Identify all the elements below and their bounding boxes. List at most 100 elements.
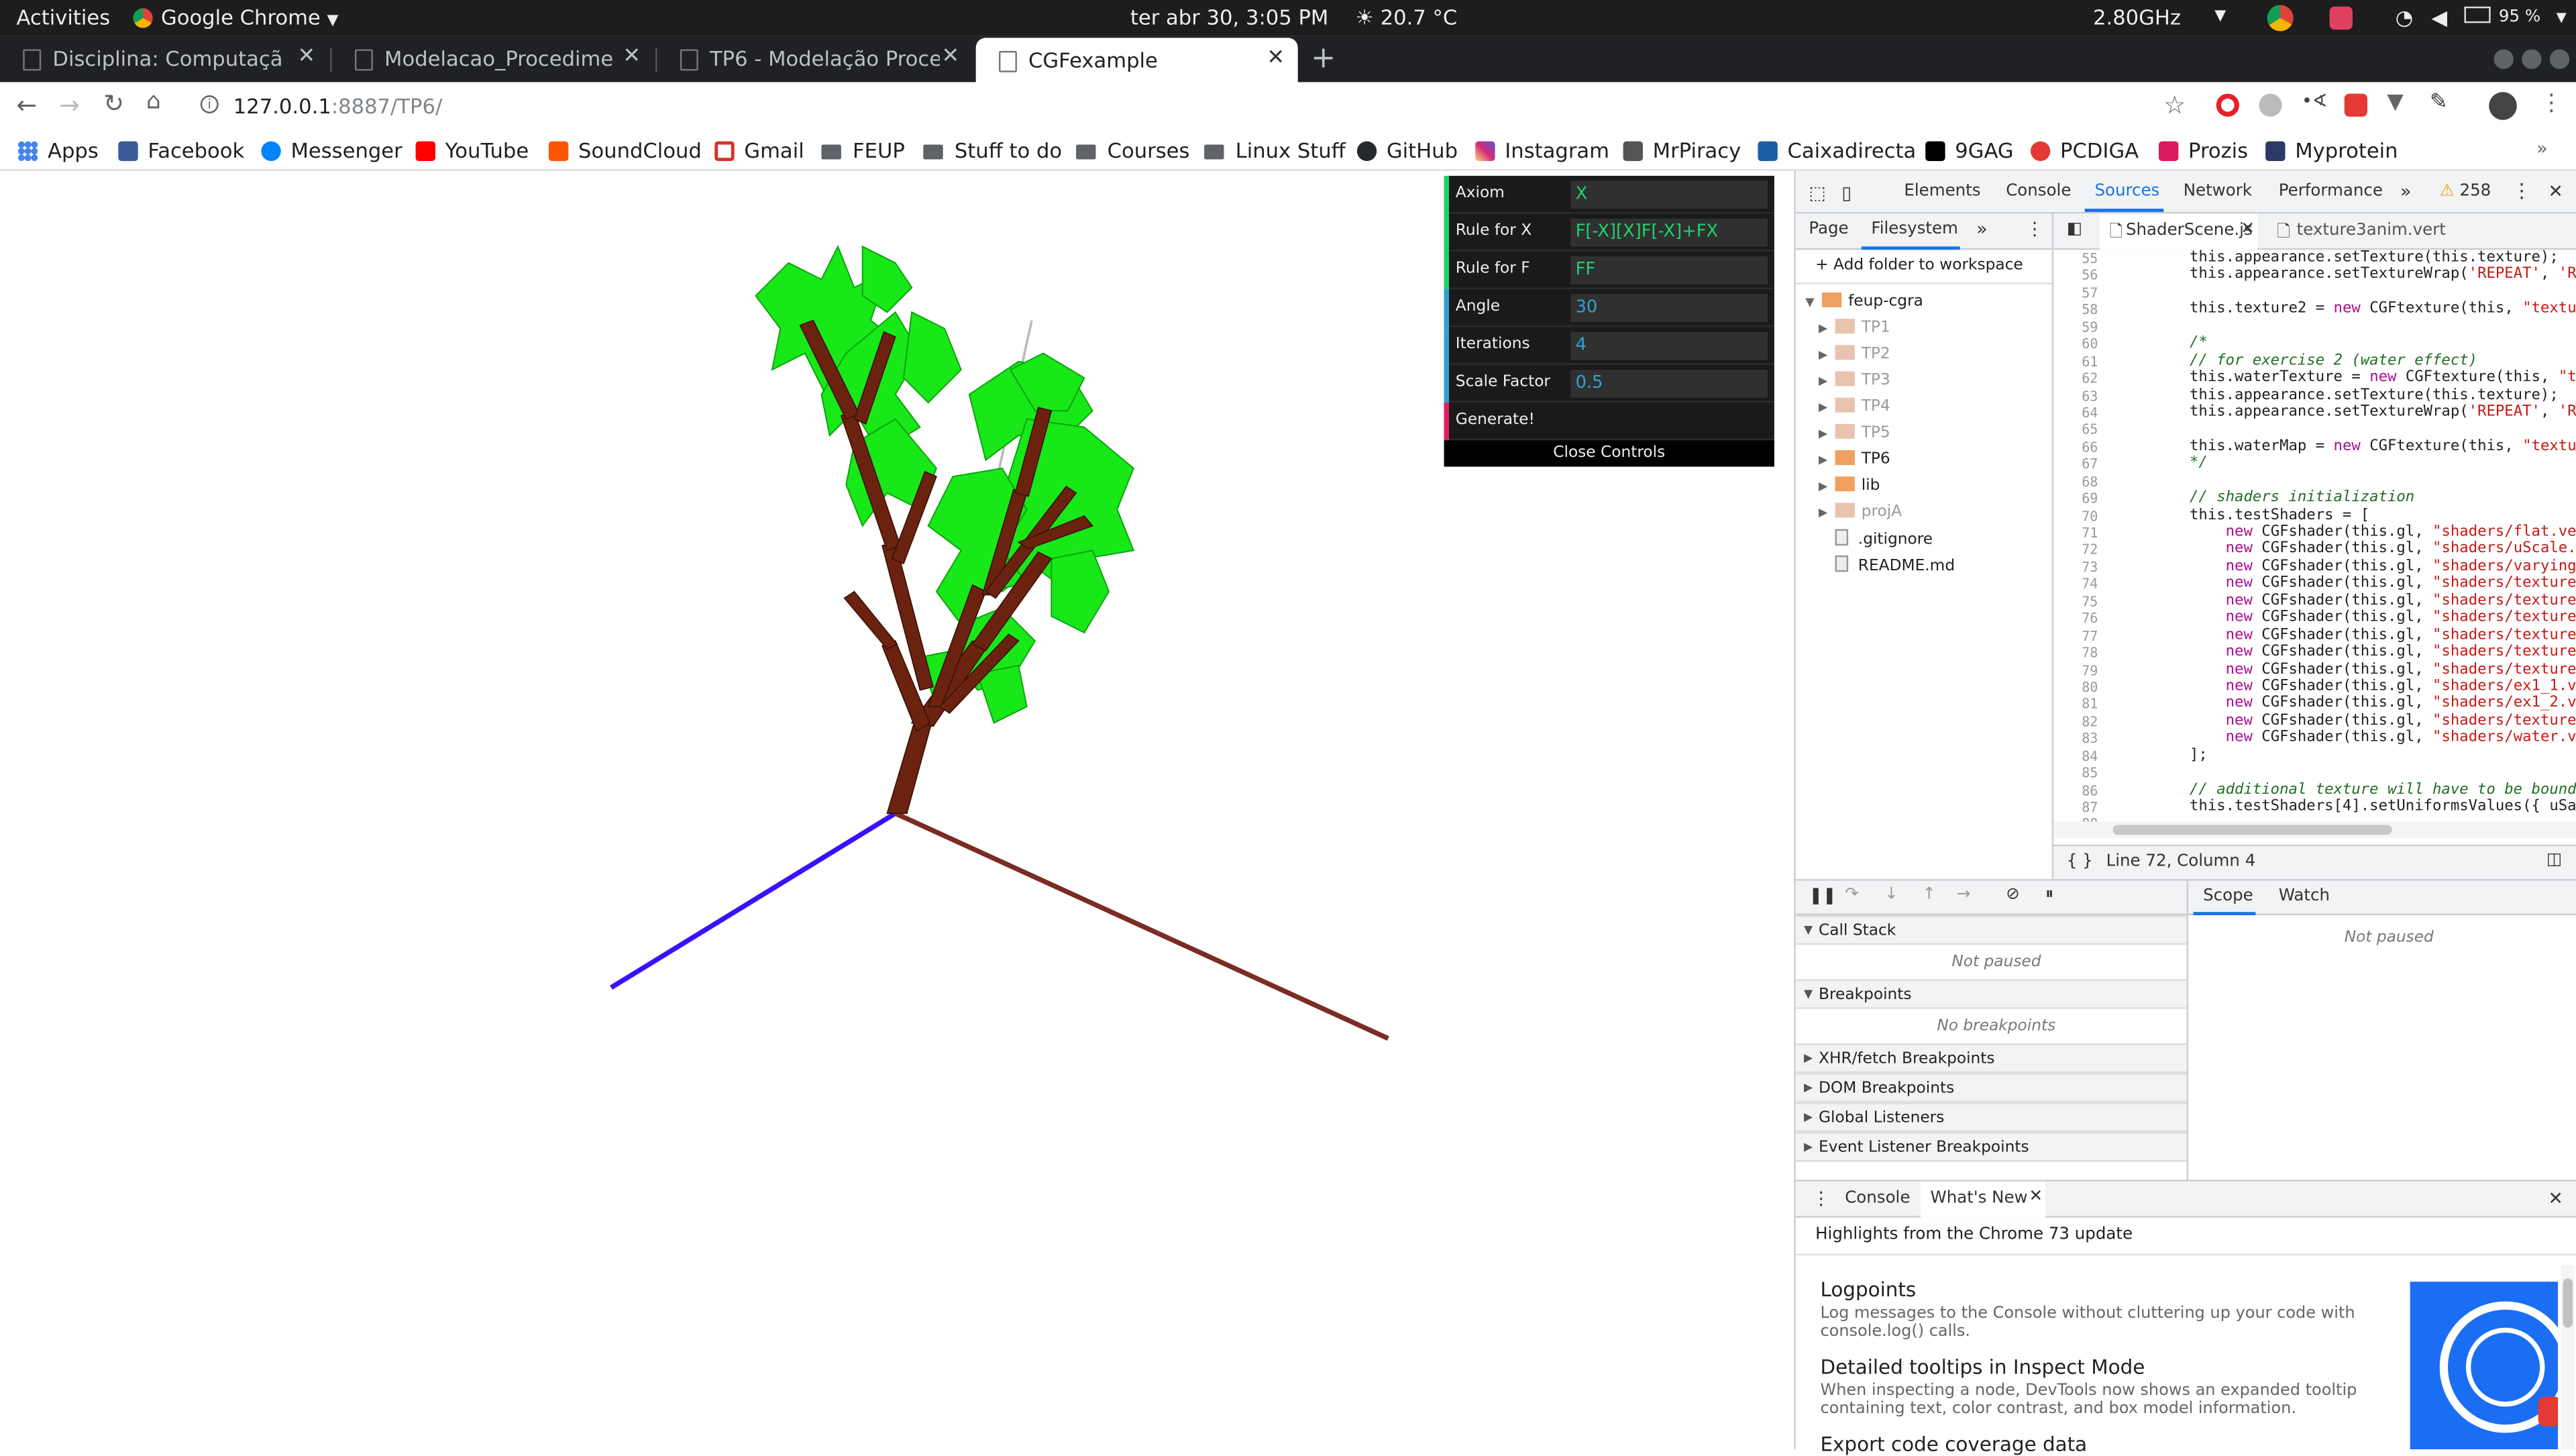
bookmark-messenger[interactable]: Messenger [261,138,402,162]
funnel-extension-icon[interactable]: ▼ [2387,91,2403,115]
menu-icon[interactable]: ⋮ [2540,91,2563,117]
cpu-frequency[interactable]: 2.80GHz [2093,5,2181,30]
tree-item-tp4[interactable]: ▶ TP4 [1819,397,1890,416]
bookmark-youtube[interactable]: YouTube [415,138,529,162]
bookmark-facebook[interactable]: Facebook [118,138,244,162]
code-line[interactable]: new CGFshader(this.gl, "shaders/texture [2118,576,2576,593]
code-line[interactable]: new CGFshader(this.gl, "shaders/varying [2118,558,2576,576]
editor-tab-texture3anim[interactable]: 🗋 texture3anim.vert [2267,213,2465,250]
tree-item-tp1[interactable]: ▶ TP1 [1819,319,1890,337]
drawer-tab-console[interactable]: Console [1845,1190,1910,1208]
wifi-icon[interactable]: ◔ [2396,5,2414,30]
code-line[interactable]: this.testShaders[4].setUniformsValues({ … [2118,798,2576,816]
clock[interactable]: ter abr 30, 3:05 PM [1130,5,1328,30]
more-bookmarks-icon[interactable]: » [2536,138,2547,160]
nav-tab-filesystem[interactable]: Filesystem [1871,220,1958,238]
code-line[interactable]: this.texture2 = new CGFtexture(this, "te… [2118,301,2576,319]
scale-factor-input[interactable]: 0.5 [1570,370,1768,398]
close-editor-tab-icon[interactable]: ✕ [2241,220,2255,238]
inspect-element-icon[interactable]: ⬚ [1809,183,1825,204]
info-icon[interactable]: i [200,95,219,113]
tree-item-gitignore[interactable]: .gitignore [1835,529,1933,549]
tab-disciplina[interactable]: Disciplina: Computação G ✕ [0,36,329,83]
code-editor[interactable]: 55 56 57 58 59 60 61 62 63 64 65 66 67 68 69 70 71 72 73 74… [2055,250,2576,833]
step-icon[interactable]: → [1957,886,1971,904]
code-line[interactable]: // for exercise 2 (water effect) [2118,353,2576,370]
maximize-window-button[interactable] [2522,49,2542,69]
reload-button[interactable]: ↻ [103,89,124,118]
tree-item-readme[interactable]: README.md [1835,555,1955,575]
rule-f-input[interactable]: FF [1570,256,1768,284]
tab-elements[interactable]: Elements [1904,183,1980,201]
devtools-menu-icon[interactable]: ⋮ [2512,179,2531,202]
tree-item-proja[interactable]: ▶ projA [1819,503,1902,521]
code-line[interactable]: new CGFshader(this.gl, "shaders/uScale. [2118,541,2576,559]
device-toolbar-icon[interactable]: ▯ [1841,183,1851,204]
tree-item-tp2[interactable]: ▶ TP2 [1819,345,1890,363]
tree-item-feup-cgra[interactable]: ▼ feup-cgra [1805,292,1923,311]
generate-button[interactable]: Generate! [1444,403,1774,441]
code-line[interactable]: this.appearance.setTexture(this.texture)… [2118,387,2576,405]
bookmark-github[interactable]: GitHub [1356,138,1458,162]
code-line[interactable]: new CGFshader(this.gl, "shaders/texture [2118,713,2576,730]
code-line[interactable]: new CGFshader(this.gl, "shaders/ex1_2.v [2118,696,2576,713]
code-line[interactable]: new CGFshader(this.gl, "shaders/texture [2118,662,2576,679]
drawer-tab-whats-new[interactable]: What's New ✕ [1920,1181,2045,1218]
code-line[interactable] [2118,421,2576,439]
opera-extension-icon[interactable] [2216,93,2239,117]
code-line[interactable]: new CGFshader(this.gl, "shaders/texture [2118,627,2576,645]
horizontal-scrollbar[interactable] [2053,821,2576,838]
code-line[interactable]: new CGFshader(this.gl, "shaders/water.v [2118,730,2576,747]
close-tab-icon[interactable]: ✕ [1267,46,1285,71]
whats-new-title[interactable]: Detailed tooltips in Inspect Mode [1820,1355,2145,1378]
scrollbar-thumb[interactable] [2563,1278,2573,1328]
tab-cgfexample[interactable]: CGFexample ✕ [975,38,1298,84]
step-over-icon[interactable]: ↷ [1845,886,1859,904]
extension-icon[interactable]: ✎ [2430,91,2448,115]
whats-new-title[interactable]: Logpoints [1820,1278,1916,1301]
section-dom-breakpoints[interactable]: ▶ DOM Breakpoints [1795,1073,2187,1103]
tree-item-tp6[interactable]: ▶ TP6 [1819,450,1890,468]
bookmark-instagram[interactable]: Instagram [1475,138,1609,162]
tab-watch[interactable]: Watch [2279,887,2330,905]
close-devtools-icon[interactable]: ✕ [2548,180,2563,202]
pretty-print-icon[interactable]: { } [2067,853,2093,871]
tab-tp6[interactable]: TP6 - Modelação Procedin✕ [657,36,973,83]
code-line[interactable]: this.testShaders = [ [2118,507,2576,525]
code-line[interactable]: new CGFshader(this.gl, "shaders/texture [2118,610,2576,627]
home-button[interactable]: ⌂ [146,89,161,115]
bookmark-9gag[interactable]: 9GAG [1925,138,2014,162]
code-line[interactable]: ]; [2118,747,2576,765]
whats-new-title[interactable]: Export code coverage data [1820,1433,2087,1456]
code-line[interactable]: this.waterTexture = new CGFtexture(this,… [2118,370,2576,387]
tab-modelacao[interactable]: Modelacao_Procedimenta ✕ [332,36,654,83]
tab-console[interactable]: Console [2006,183,2071,201]
angle-input[interactable]: 30 [1570,294,1768,322]
minimize-window-button[interactable] [2493,49,2514,69]
code-line[interactable]: this.appearance.setTexture(this.texture)… [2118,250,2576,267]
step-out-icon[interactable]: ↑ [1922,886,1936,904]
toggle-navigator-icon[interactable]: ◧ [2067,220,2082,238]
tab-sources[interactable]: Sources [2094,183,2159,201]
code-line[interactable] [2118,764,2576,782]
chrome-tray-icon[interactable] [2267,5,2294,32]
avatar[interactable] [2489,92,2517,120]
code-line[interactable]: new CGFshader(this.gl, "shaders/ex1_1.v [2118,678,2576,696]
warnings-counter[interactable]: ⚠ 258 [2440,183,2491,201]
code-line[interactable]: this.appearance.setTextureWrap('REPEAT',… [2118,267,2576,284]
close-tab-icon[interactable]: ✕ [297,44,315,69]
tree-item-lib[interactable]: ▶ lib [1819,476,1880,495]
code-line[interactable] [2118,473,2576,490]
step-into-icon[interactable]: ↓ [1884,886,1898,904]
bookmark-folder-courses[interactable]: Courses [1076,138,1189,162]
slack-tray-icon[interactable] [2329,6,2353,30]
bookmark-myprotein[interactable]: Myprotein [2265,138,2398,162]
bookmark-soundcloud[interactable]: SoundCloud [548,138,702,162]
iterations-input[interactable]: 4 [1570,331,1768,360]
tree-item-tp3[interactable]: ▶ TP3 [1819,371,1890,389]
more-tabs-icon[interactable]: » [2400,180,2411,202]
tab-network[interactable]: Network [2184,183,2252,201]
code-line[interactable]: // shaders initialization [2118,490,2576,507]
app-menu[interactable]: Google Chrome ▼ [133,5,338,30]
section-global-listeners[interactable]: ▶ Global Listeners [1795,1102,2187,1133]
